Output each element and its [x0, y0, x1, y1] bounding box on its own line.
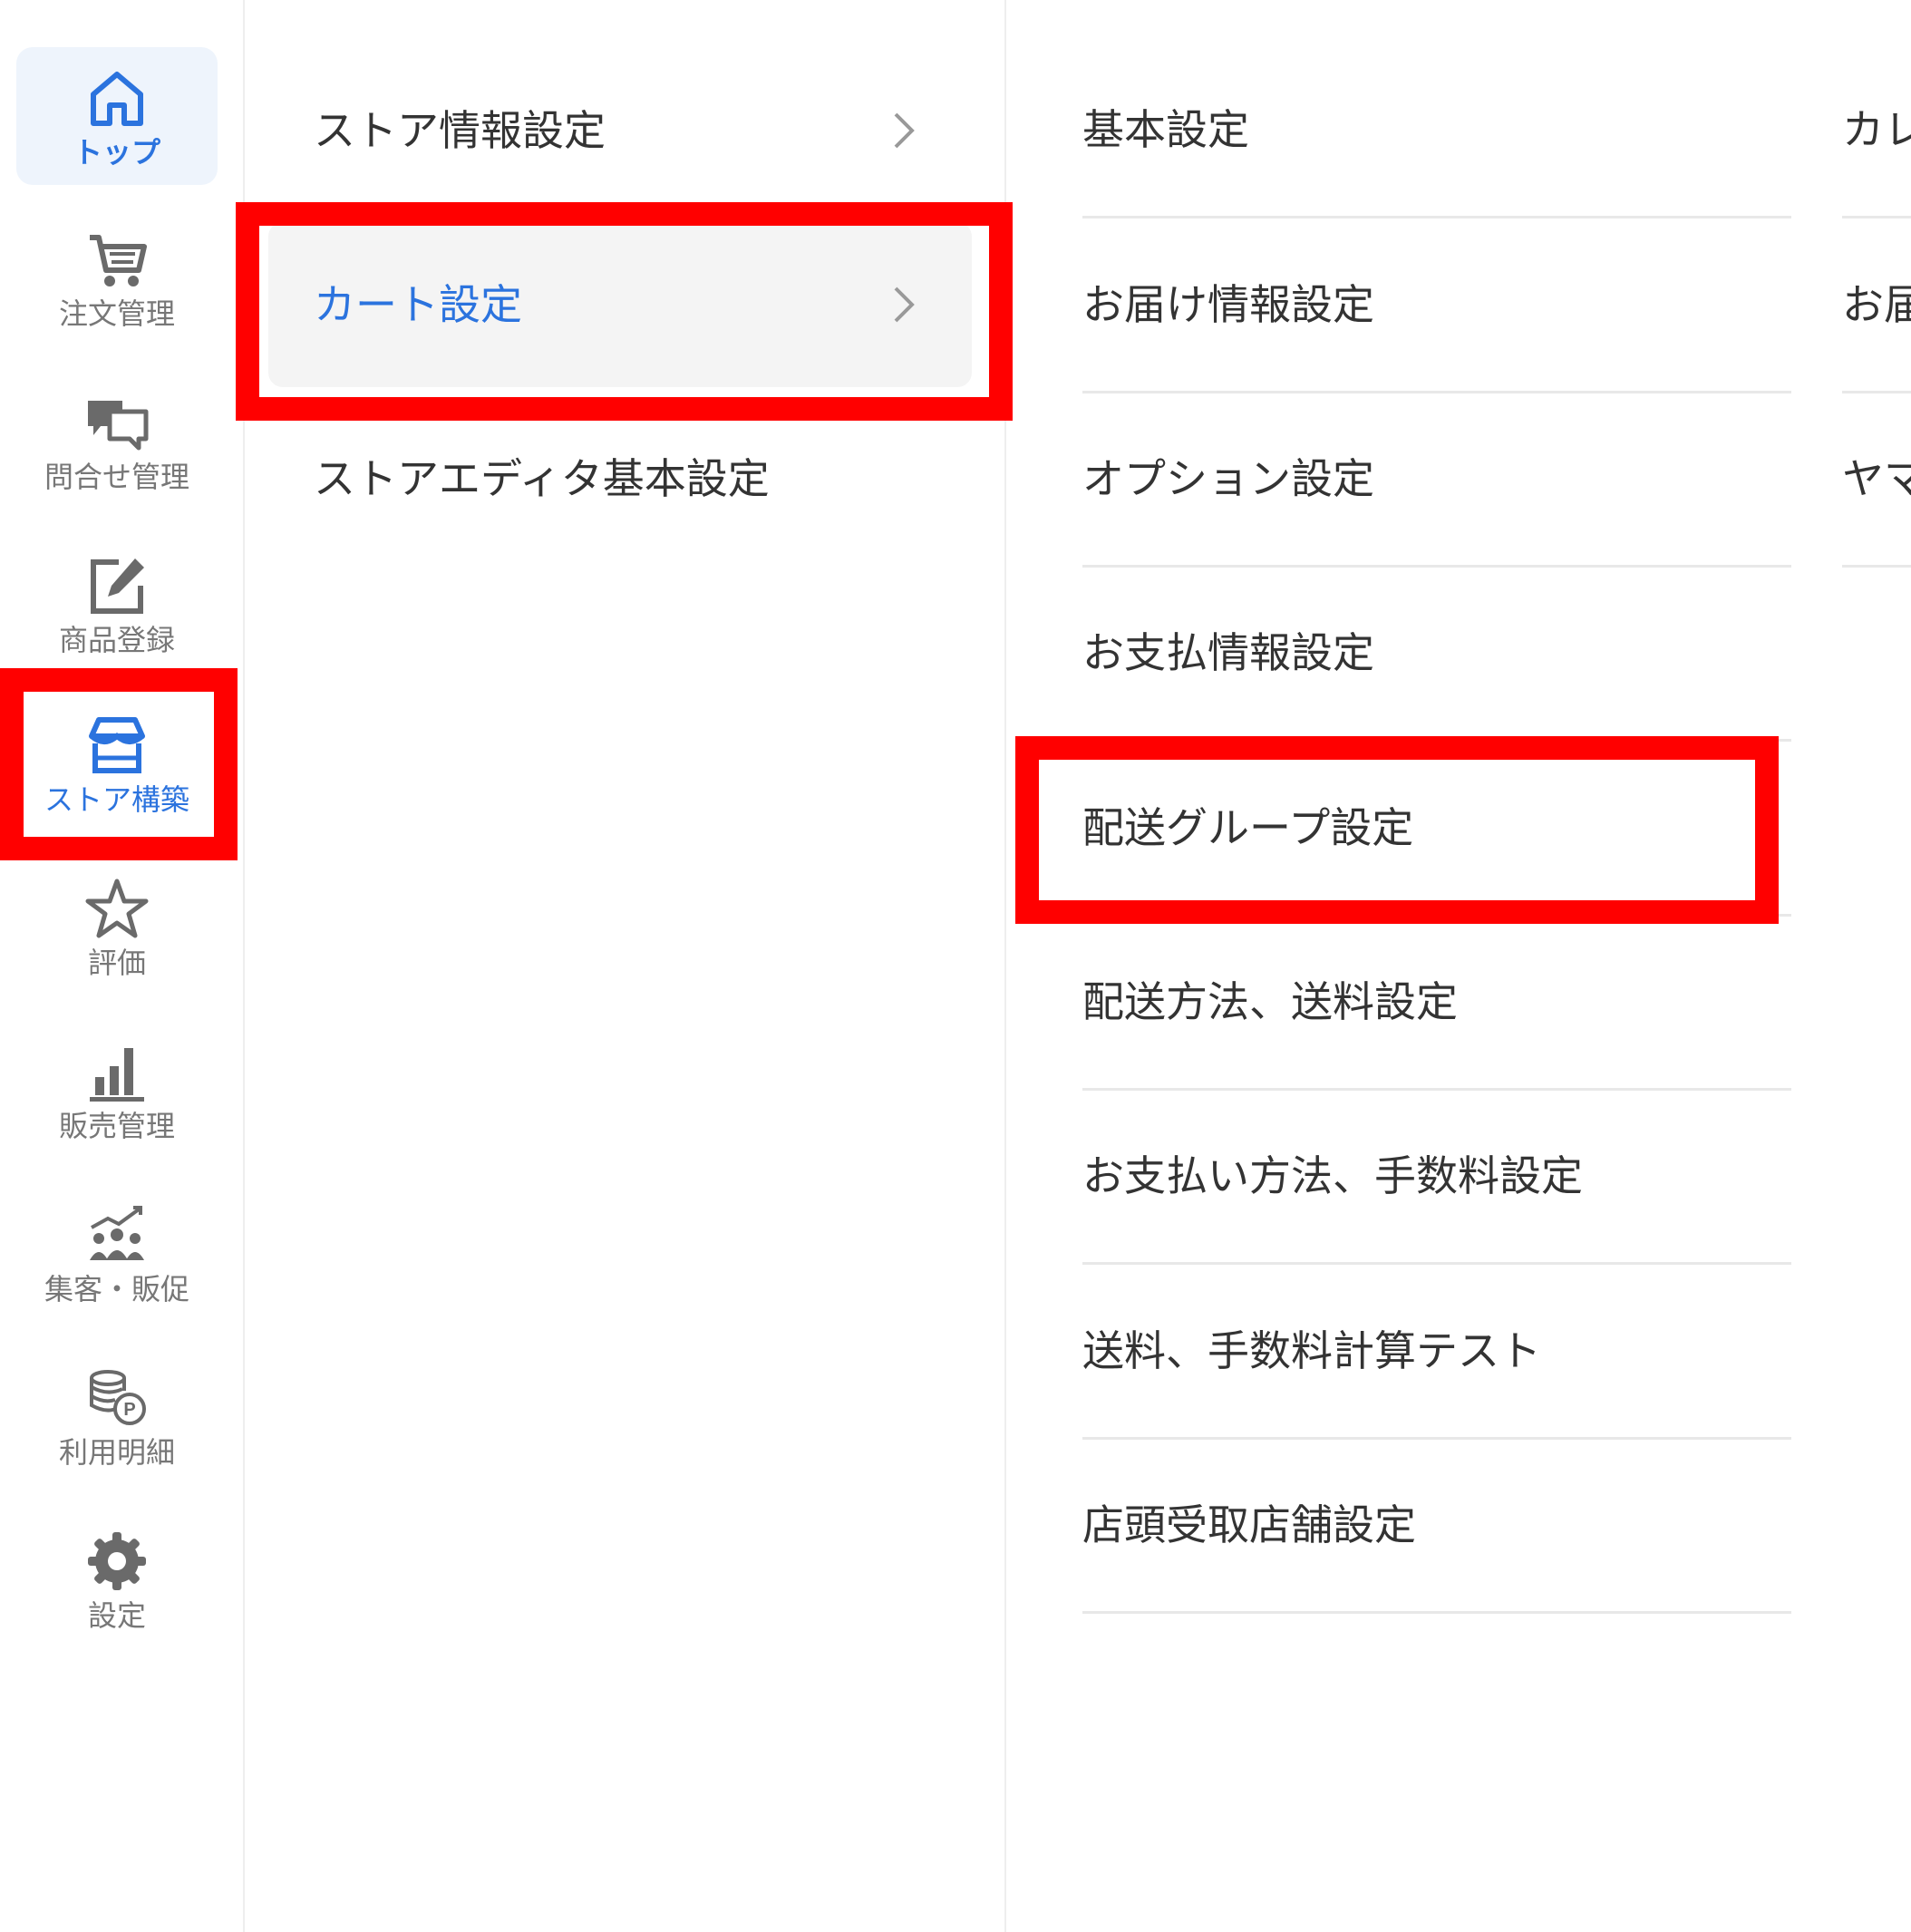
- detail-item-label: 配送方法、送料設定: [1082, 977, 1458, 1026]
- detail-item-payment-method-fee[interactable]: お支払い方法、手数料設定: [1082, 1090, 1791, 1265]
- sidebar-item-orders[interactable]: 注文管理: [16, 209, 218, 346]
- detail-item-label: お支払情報設定: [1082, 628, 1374, 677]
- detail-item-delivery-info[interactable]: お届け情報設定: [1082, 218, 1791, 393]
- coins-points-icon: P: [90, 1370, 146, 1425]
- sidebar-item-label: ストア構築: [44, 782, 189, 817]
- detail-item-label: 基本設定: [1082, 105, 1249, 154]
- detail-item-label: 送料、手数料計算テスト: [1082, 1326, 1541, 1375]
- detail-item-basic-settings[interactable]: 基本設定: [1082, 44, 1791, 218]
- edit-icon: [91, 558, 144, 614]
- detail-item-label: お届け情報設定: [1082, 280, 1374, 329]
- sidebar-item-inquiries[interactable]: 問合せ管理: [16, 372, 218, 510]
- sidebar-item-label: 集客・販促: [44, 1272, 189, 1306]
- sidebar-item-label: トップ: [73, 135, 160, 170]
- detail-item-shipping-method-fee[interactable]: 配送方法、送料設定: [1082, 916, 1791, 1091]
- detail-item-label: 配送グループ設定: [1082, 803, 1414, 852]
- store-icon: [89, 717, 145, 773]
- submenu-item-label: ストア情報設定: [314, 106, 606, 155]
- sidebar-item-label: 注文管理: [58, 296, 175, 331]
- detail-item-store-pickup[interactable]: 店頭受取店舗設定: [1082, 1439, 1791, 1614]
- detail-item-label: お支払い方法、手数料設定: [1082, 1151, 1583, 1200]
- sidebar-item-usage-details[interactable]: P 利用明細: [16, 1347, 218, 1485]
- submenu-item-store-info[interactable]: ストア情報設定: [268, 48, 972, 213]
- sidebar-item-store-building[interactable]: ストア構築: [16, 694, 218, 832]
- sidebar-item-settings[interactable]: 設定: [16, 1510, 218, 1648]
- sidebar-item-label: 商品登録: [58, 623, 175, 657]
- svg-text:P: P: [123, 1400, 135, 1420]
- detail-item-shipping-group[interactable]: 配送グループ設定: [1082, 742, 1791, 917]
- sidebar-item-marketing[interactable]: 集客・販促: [16, 1184, 218, 1322]
- chevron-right-icon: [894, 112, 915, 149]
- submenu-item-label: カート設定: [314, 280, 522, 329]
- column4-item[interactable]: カレ: [1842, 44, 1911, 218]
- detail-item-fee-calculation-test[interactable]: 送料、手数料計算テスト: [1082, 1265, 1791, 1440]
- home-icon: [91, 72, 143, 126]
- sidebar-item-top[interactable]: トップ: [16, 47, 218, 185]
- sidebar-item-sales-management[interactable]: 販売管理: [16, 1021, 218, 1159]
- cart-icon: [90, 235, 147, 286]
- people-growth-icon: [90, 1206, 144, 1260]
- submenu-item-store-editor-basic[interactable]: ストアエディタ基本設定: [268, 396, 972, 561]
- detail-item-label: オプション設定: [1082, 454, 1374, 503]
- submenu-item-label: ストアエディタ基本設定: [314, 454, 770, 503]
- column4-item[interactable]: お届: [1842, 218, 1911, 393]
- bar-chart-icon: [90, 1048, 144, 1102]
- fourth-column-list: カレ お届 ヤマ: [1842, 0, 1911, 635]
- detail-item-option-settings[interactable]: オプション設定: [1082, 393, 1791, 568]
- detail-item-label: 店頭受取店舗設定: [1082, 1500, 1416, 1549]
- store-building-submenu: ストア情報設定 カート設定 ストアエディタ基本設定: [245, 0, 1006, 1932]
- submenu-item-cart-settings[interactable]: カート設定: [268, 222, 972, 387]
- column4-item[interactable]: ヤマ: [1842, 393, 1911, 568]
- chevron-right-icon: [894, 286, 915, 323]
- chat-icon: [88, 401, 149, 451]
- icon-sidebar: トップ 注文管理 問合せ管理 商品登録 ストア構築 評価 販売管理 集客・販促 …: [0, 0, 245, 1932]
- star-icon: [85, 879, 149, 938]
- detail-item-payment-info[interactable]: お支払情報設定: [1082, 567, 1791, 742]
- sidebar-item-label: 設定: [87, 1598, 146, 1633]
- column4-item-label: ヤマ: [1842, 454, 1911, 503]
- sidebar-item-label: 利用明細: [58, 1435, 175, 1470]
- sidebar-item-label: 評価: [87, 946, 146, 980]
- column4-item-label: カレ: [1842, 105, 1911, 154]
- gear-icon: [88, 1532, 146, 1590]
- column4-item-label: お届: [1842, 280, 1911, 329]
- sidebar-item-reviews[interactable]: 評価: [16, 858, 218, 995]
- sidebar-item-label: 問合せ管理: [44, 460, 189, 494]
- sidebar-item-product-registration[interactable]: 商品登録: [16, 535, 218, 673]
- sidebar-item-label: 販売管理: [58, 1109, 175, 1143]
